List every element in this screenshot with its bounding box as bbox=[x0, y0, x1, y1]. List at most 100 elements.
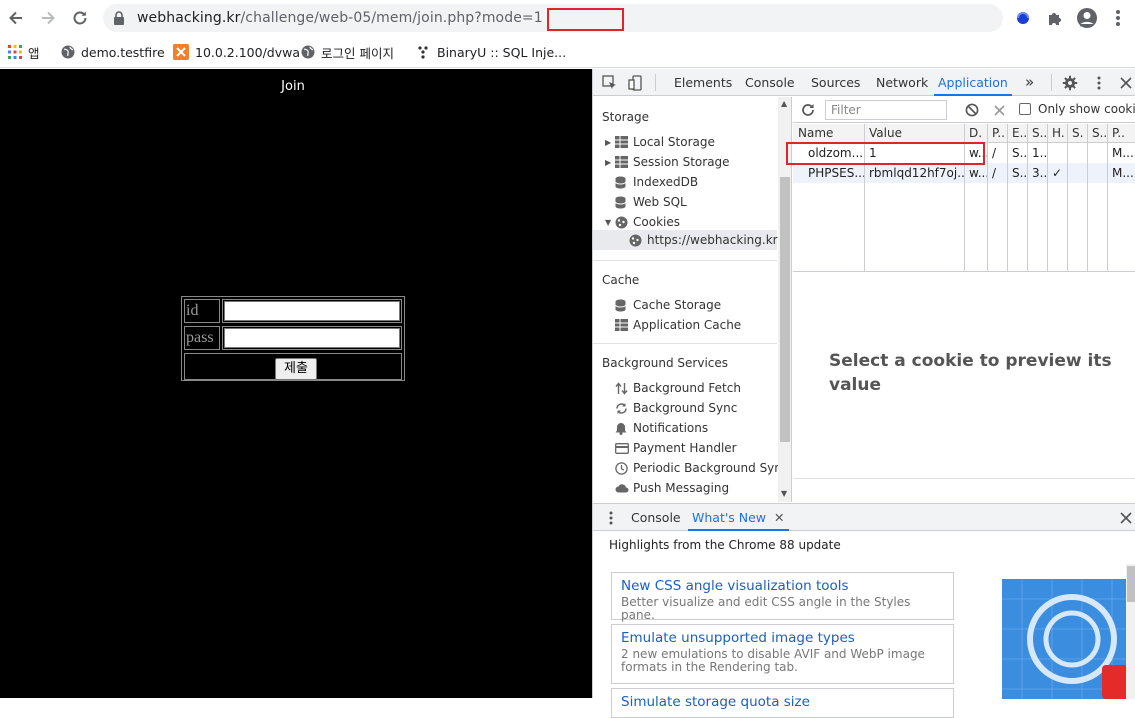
cache-header: Cache bbox=[602, 273, 640, 287]
bookmarks-bar: 앱 demo.testfire 10.0.2.100/dvwa 로그인 페이지 … bbox=[0, 36, 1135, 68]
sync-icon bbox=[615, 402, 633, 415]
drawer-menu-icon[interactable] bbox=[602, 509, 620, 527]
expand-arrow-icon[interactable]: ▶ bbox=[605, 158, 615, 167]
column-header-name[interactable]: Name bbox=[793, 124, 864, 143]
lock-icon bbox=[114, 11, 124, 25]
sidebar-item-cookies[interactable]: ▼ Cookies bbox=[605, 212, 680, 232]
database-icon bbox=[615, 176, 633, 189]
browser-menu-icon[interactable] bbox=[1107, 7, 1129, 29]
settings-gear-icon[interactable] bbox=[1061, 74, 1079, 92]
collapse-arrow-icon[interactable]: ▼ bbox=[605, 218, 615, 227]
drawer-scrollbar-thumb[interactable] bbox=[1127, 566, 1135, 602]
bookmark-dvwa[interactable]: 10.0.2.100/dvwa bbox=[173, 41, 300, 63]
sidebar-item-cookie-origin[interactable]: https://webhacking.kr bbox=[629, 230, 778, 250]
column-divider bbox=[987, 124, 988, 272]
database-icon bbox=[615, 299, 633, 312]
reload-button[interactable] bbox=[68, 6, 92, 30]
bookmark-binaryu[interactable]: BinaryU :: SQL Inje... bbox=[417, 41, 566, 63]
scroll-up-arrow-icon[interactable]: ▲ bbox=[781, 99, 787, 108]
inspect-element-icon[interactable] bbox=[601, 74, 619, 92]
refresh-icon[interactable] bbox=[799, 101, 817, 119]
column-header-domain[interactable]: D. bbox=[964, 124, 987, 143]
whats-new-card[interactable]: Emulate unsupported image types 2 new em… bbox=[611, 624, 954, 684]
back-button[interactable] bbox=[4, 6, 28, 30]
drawer-tab-whats-new[interactable]: What's New ✕ bbox=[688, 504, 789, 531]
tab-console[interactable]: Console bbox=[745, 69, 795, 96]
sidebar-item-indexeddb[interactable]: IndexedDB bbox=[605, 172, 698, 192]
only-show-cookies-checkbox[interactable] bbox=[1019, 103, 1031, 115]
reload-icon bbox=[73, 11, 87, 25]
column-header-size[interactable]: S.. bbox=[1027, 124, 1047, 143]
profile-avatar-icon[interactable] bbox=[1076, 7, 1098, 29]
tab-application[interactable]: Application bbox=[934, 69, 1012, 96]
pane-divider bbox=[793, 478, 1135, 479]
pass-input[interactable] bbox=[224, 328, 400, 348]
bookmark-demo-testfire[interactable]: demo.testfire bbox=[61, 41, 165, 63]
sidebar-item-application-cache[interactable]: Application Cache bbox=[605, 315, 741, 335]
sidebar-item-notifications[interactable]: Notifications bbox=[605, 418, 708, 438]
card-title[interactable]: Emulate unsupported image types bbox=[621, 630, 944, 646]
card-title[interactable]: New CSS angle visualization tools bbox=[621, 578, 944, 594]
whats-new-card[interactable]: Simulate storage quota size bbox=[611, 688, 954, 718]
close-tab-icon[interactable]: ✕ bbox=[774, 510, 784, 525]
only-show-cookies-label: Only show cookies bbox=[1038, 102, 1135, 116]
sidebar-item-payment-handler[interactable]: Payment Handler bbox=[605, 438, 737, 458]
sidebar-item-background-fetch[interactable]: Background Fetch bbox=[605, 378, 741, 398]
delete-selected-icon[interactable] bbox=[990, 101, 1008, 119]
device-toolbar-icon[interactable] bbox=[627, 74, 645, 92]
sidebar-scrollbar-thumb[interactable] bbox=[780, 177, 790, 442]
column-divider bbox=[1087, 124, 1088, 272]
column-divider bbox=[1027, 124, 1028, 272]
sidebar-item-periodic-background-sync[interactable]: Periodic Background Sync bbox=[605, 458, 789, 478]
column-header-priority[interactable]: P.. bbox=[1107, 124, 1135, 143]
tab-sources[interactable]: Sources bbox=[811, 69, 860, 96]
card-title[interactable]: Simulate storage quota size bbox=[621, 694, 944, 710]
scroll-down-arrow-icon[interactable]: ▼ bbox=[781, 489, 787, 498]
globe-icon bbox=[301, 45, 315, 59]
sidebar-item-session-storage[interactable]: ▶ Session Storage bbox=[605, 152, 730, 172]
bell-icon bbox=[615, 422, 633, 435]
submit-cell: 제출 bbox=[184, 353, 402, 380]
devtools-menu-icon[interactable] bbox=[1090, 74, 1108, 92]
column-header-path[interactable]: P.. bbox=[987, 124, 1007, 143]
section-divider bbox=[593, 343, 777, 344]
clear-all-block-icon[interactable] bbox=[963, 101, 981, 119]
bookmark-apps[interactable]: 앱 bbox=[8, 41, 40, 63]
submit-button[interactable]: 제출 bbox=[275, 358, 317, 380]
column-header-secure[interactable]: S. bbox=[1067, 124, 1087, 143]
drawer-tabbar: Console What's New ✕ bbox=[593, 504, 1135, 531]
pass-label-cell: pass bbox=[184, 326, 220, 350]
forward-button[interactable] bbox=[36, 6, 60, 30]
whats-new-card[interactable]: New CSS angle visualization tools Better… bbox=[611, 572, 954, 622]
cookie-filter-input[interactable]: Filter bbox=[825, 100, 947, 120]
extensions-puzzle-icon[interactable] bbox=[1044, 7, 1066, 29]
expand-arrow-icon[interactable]: ▶ bbox=[605, 138, 615, 147]
sidebar-item-cache-storage[interactable]: Cache Storage bbox=[605, 295, 721, 315]
drawer-tab-console[interactable]: Console bbox=[631, 504, 681, 531]
drawer-scrollbar[interactable] bbox=[1126, 564, 1135, 699]
bookmark-login-page[interactable]: 로그인 페이지 bbox=[301, 41, 394, 63]
web-page: Join id pass 제출 bbox=[0, 69, 592, 698]
column-header-value[interactable]: Value bbox=[864, 124, 964, 143]
tab-network[interactable]: Network bbox=[876, 69, 928, 96]
id-label: id bbox=[186, 302, 199, 319]
tab-elements[interactable]: Elements bbox=[674, 69, 732, 96]
extension-blue-icon[interactable] bbox=[1012, 7, 1034, 29]
url-highlight-box bbox=[547, 8, 624, 31]
close-devtools-icon[interactable] bbox=[1117, 74, 1135, 92]
more-tabs-icon[interactable]: » bbox=[1025, 69, 1034, 96]
column-header-samesite[interactable]: S.. bbox=[1087, 124, 1107, 143]
close-drawer-icon[interactable] bbox=[1117, 509, 1135, 527]
column-header-httponly[interactable]: H. bbox=[1047, 124, 1067, 143]
id-input[interactable] bbox=[224, 301, 400, 321]
sidebar-item-background-sync[interactable]: Background Sync bbox=[605, 398, 737, 418]
toolbar-divider bbox=[1051, 74, 1052, 91]
section-divider bbox=[593, 260, 777, 261]
storage-header: Storage bbox=[602, 110, 649, 124]
address-bar[interactable]: webhacking.kr/challenge/web-05/mem/join.… bbox=[103, 4, 1093, 32]
whats-new-heading: Highlights from the Chrome 88 update bbox=[609, 538, 841, 552]
sidebar-item-local-storage[interactable]: ▶ Local Storage bbox=[605, 132, 715, 152]
sidebar-item-push-messaging[interactable]: Push Messaging bbox=[605, 478, 729, 498]
sidebar-item-websql[interactable]: Web SQL bbox=[605, 192, 687, 212]
column-header-expires[interactable]: E.. bbox=[1007, 124, 1027, 143]
